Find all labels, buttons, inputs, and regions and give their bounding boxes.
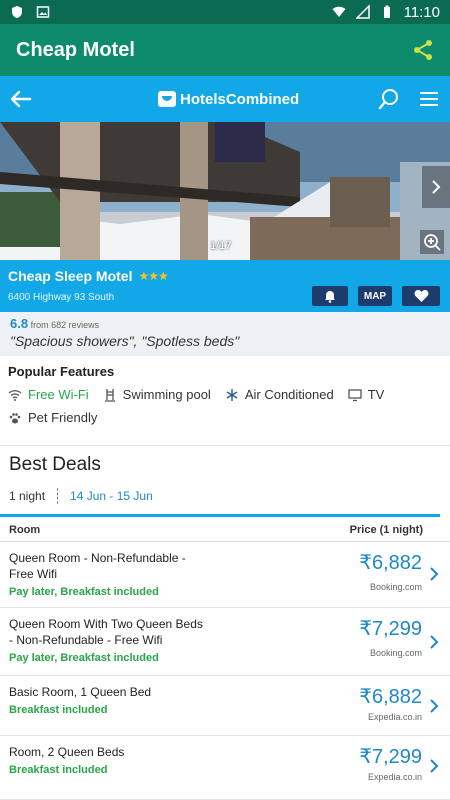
- feature-wifi: Free Wi-Fi: [8, 387, 89, 402]
- hotelscombined-logo[interactable]: HotelsCombined: [158, 91, 299, 108]
- price-alert-button[interactable]: [312, 286, 348, 306]
- divider: [57, 488, 59, 504]
- deal-source: Booking.com: [369, 648, 422, 658]
- deal-note: Pay later, Breakfast included: [9, 586, 159, 598]
- deal-price: ₹7,299: [359, 746, 422, 768]
- feature-label: Pet Friendly: [28, 410, 98, 425]
- paw-icon: [9, 412, 21, 423]
- deal-note: Breakfast included: [9, 764, 108, 776]
- date-range[interactable]: 14 Jun - 15 Jun: [70, 489, 153, 503]
- shield-icon: [12, 6, 22, 18]
- features-title: Popular Features: [8, 364, 115, 379]
- site-header: HotelsCombined: [0, 76, 450, 122]
- app-bar: Cheap Motel: [0, 24, 450, 76]
- feature-pool: Swimming pool: [103, 387, 211, 402]
- feature-label: Free Wi-Fi: [28, 387, 89, 402]
- room-name: Room, 2 Queen Beds: [9, 745, 125, 759]
- hotel-name: Cheap Sleep Motel: [8, 268, 133, 284]
- column-room: Room: [9, 523, 41, 536]
- heart-icon: [414, 290, 428, 302]
- deal-price: ₹7,299: [359, 618, 422, 640]
- chevron-right-icon[interactable]: [428, 698, 440, 714]
- table-row[interactable]: Queen Room With Two Queen Beds - Non-Ref…: [0, 608, 450, 676]
- review-quote: "Spacious showers", "Spotless beds": [10, 333, 240, 349]
- chevron-right-icon: [432, 180, 441, 194]
- share-icon[interactable]: [412, 39, 434, 61]
- star-rating-icon: ★★★: [138, 269, 168, 283]
- chevron-right-icon[interactable]: [428, 566, 440, 582]
- status-time: 11:10: [403, 3, 440, 21]
- app-title: Cheap Motel: [16, 38, 135, 61]
- battery-icon: [383, 5, 390, 18]
- hotel-name-bar: Cheap Sleep Motel ★★★ 6400 Highway 93 So…: [0, 260, 450, 312]
- deal-note: Breakfast included: [9, 704, 108, 716]
- nights-count: 1 night: [9, 489, 46, 503]
- column-price: Price (1 night): [349, 523, 423, 536]
- deal-note: Pay later, Breakfast included: [9, 652, 159, 664]
- status-bar: 11:10: [0, 0, 450, 24]
- deal-source: Expedia.co.in: [367, 772, 422, 782]
- rating-score: 6.8: [10, 316, 29, 331]
- bell-icon: [325, 291, 335, 303]
- table-row[interactable]: Basic Room, 1 Queen Bed Breakfast includ…: [0, 676, 450, 736]
- chevron-right-icon[interactable]: [428, 758, 440, 774]
- room-name: Basic Room, 1 Queen Bed: [9, 685, 152, 699]
- deal-source: Expedia.co.in: [367, 712, 422, 722]
- next-image-button[interactable]: [422, 166, 450, 208]
- logo-mark-icon: [158, 91, 176, 107]
- popular-features: Popular Features Free Wi-Fi Swimming poo…: [0, 356, 450, 446]
- logo-text: HotelsCombined: [180, 90, 300, 108]
- tv-icon: [348, 388, 362, 401]
- rating-summary: 6.8 from 682 reviews "Spacious showers",…: [0, 312, 450, 356]
- stay-dates[interactable]: 1 night 14 Jun - 15 Jun: [9, 488, 153, 504]
- feature-pets: Pet Friendly: [8, 410, 97, 425]
- table-row[interactable]: Room, 2 Queen Beds Breakfast included ₹7…: [0, 736, 450, 800]
- room-name: Queen Room - Non-Refundable - Free Wifi: [9, 551, 186, 581]
- table-row[interactable]: Queen Room - Non-Refundable - Free Wifi …: [0, 542, 450, 608]
- feature-label: Swimming pool: [122, 387, 211, 402]
- wifi-icon: [332, 6, 346, 17]
- chevron-right-icon[interactable]: [428, 634, 440, 650]
- deal-price: ₹6,882: [359, 686, 422, 708]
- hotel-photo-gallery[interactable]: 1/17: [0, 122, 450, 260]
- feature-label: TV: [367, 387, 385, 402]
- feature-label: Air Conditioned: [244, 387, 334, 402]
- feature-tv: TV: [348, 387, 385, 402]
- back-arrow-icon[interactable]: [8, 86, 34, 112]
- room-name: Queen Room With Two Queen Beds - Non-Ref…: [9, 617, 203, 647]
- signal-icon: [355, 5, 370, 19]
- deals-table-header: Room Price (1 night): [0, 518, 450, 542]
- deal-price: ₹6,882: [359, 552, 422, 574]
- snowflake-icon: [226, 388, 238, 401]
- pool-ladder-icon: [104, 388, 115, 402]
- map-button[interactable]: MAP: [358, 286, 392, 306]
- zoom-icon[interactable]: [420, 230, 444, 254]
- review-count: from 682 reviews: [30, 320, 100, 330]
- image-icon: [36, 6, 50, 18]
- search-icon[interactable]: [378, 88, 400, 110]
- menu-icon[interactable]: [418, 88, 440, 110]
- best-deals-title: Best Deals: [9, 454, 101, 475]
- deal-source: Booking.com: [369, 582, 422, 592]
- image-counter: 1/17: [210, 240, 232, 252]
- favorite-button[interactable]: [402, 286, 440, 306]
- feature-ac: Air Conditioned: [225, 387, 334, 402]
- divider: [0, 514, 440, 517]
- wifi-icon: [8, 389, 22, 401]
